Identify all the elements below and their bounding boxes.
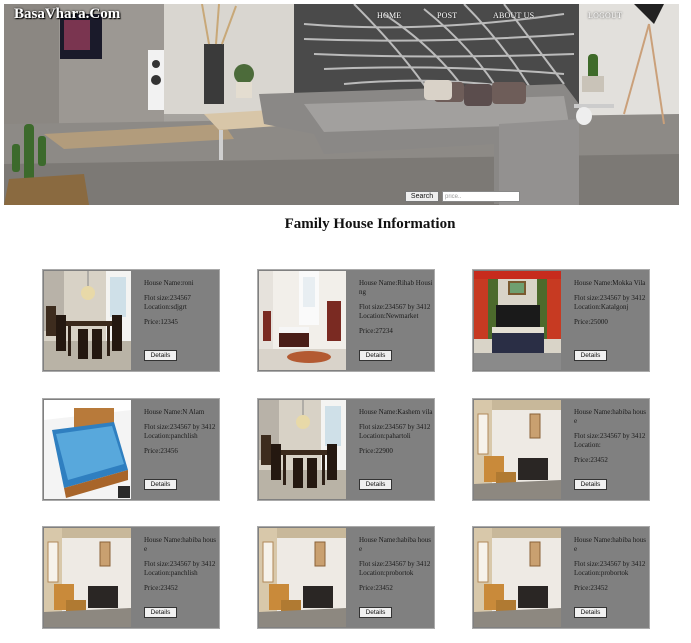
house-name: House Name:roni [144, 279, 194, 287]
house-card: House Name:N Alam Flot size:234567 by 34… [42, 398, 220, 501]
house-flot-size: Flot size:234567 by 3412 [574, 560, 646, 568]
house-info: House Name:Rihab Housing Flot size:23456… [359, 279, 433, 336]
nav-logout[interactable]: LOGOUT [588, 11, 622, 20]
house-name: House Name:habiba house [359, 536, 431, 553]
house-price: Price:23452 [574, 584, 608, 592]
house-price: Price:12345 [144, 318, 178, 326]
house-name: House Name:Rihab Housing [359, 279, 433, 296]
house-info: House Name:habiba house Flot size:234567… [144, 536, 218, 593]
house-card: House Name:Mokka Vila Flot size:234567 b… [472, 269, 650, 372]
nav-home[interactable]: HOME [377, 11, 401, 20]
house-price: Price:23452 [144, 584, 178, 592]
house-card: House Name:habiba house Flot size:234567… [472, 398, 650, 501]
details-button[interactable]: Details [359, 607, 392, 618]
house-location: Location:probortok [359, 569, 414, 577]
nav-about-us[interactable]: ABOUT US [493, 11, 534, 20]
house-price: Price:22900 [359, 447, 393, 455]
house-flot-size: Flot size:234567 by 3412 [574, 432, 646, 440]
house-location: Location:pahartoli [359, 432, 411, 440]
house-card: House Name:habiba house Flot size:234567… [257, 526, 435, 629]
details-button[interactable]: Details [144, 607, 177, 618]
details-button[interactable]: Details [144, 350, 177, 361]
house-info: House Name:habiba house Flot size:234567… [574, 536, 648, 593]
house-info: House Name:roni Flot size:234567 Locatio… [144, 279, 218, 327]
house-flot-size: Flot size:234567 by 3412 [144, 560, 216, 568]
house-name: House Name:Mokka Vila [574, 279, 646, 287]
house-info: House Name:N Alam Flot size:234567 by 34… [144, 408, 218, 456]
house-location: Location:sdjgrt [144, 303, 187, 311]
house-price: Price:27234 [359, 327, 393, 335]
house-info: House Name:habiba house Flot size:234567… [574, 408, 648, 465]
house-price: Price:23456 [144, 447, 178, 455]
house-info: House Name:habiba house Flot size:234567… [359, 536, 433, 593]
details-button[interactable]: Details [359, 350, 392, 361]
house-flot-size: Flot size:234567 [144, 294, 191, 302]
search-button[interactable]: Search [405, 191, 439, 202]
house-flot-size: Flot size:234567 by 3412 [574, 294, 646, 302]
house-photo[interactable] [259, 528, 346, 627]
house-card: House Name:habiba house Flot size:234567… [472, 526, 650, 629]
house-card: House Name:roni Flot size:234567 Locatio… [42, 269, 220, 372]
house-flot-size: Flot size:234567 by 3412 [359, 303, 431, 311]
details-button[interactable]: Details [574, 350, 607, 361]
house-card: House Name:Kashem vila Flot size:234567 … [257, 398, 435, 501]
house-location: Location:panchlish [144, 432, 198, 440]
hero-banner: BasaVhara.Com HOME POST ABOUT US LOGOUT … [4, 4, 679, 205]
house-flot-size: Flot size:234567 by 3412 [359, 560, 431, 568]
house-info: House Name:Mokka Vila Flot size:234567 b… [574, 279, 648, 327]
house-location: Location:panchlish [144, 569, 198, 577]
house-location: Location:probortok [574, 569, 629, 577]
house-price: Price:25000 [574, 318, 608, 326]
house-flot-size: Flot size:234567 by 3412 [144, 423, 216, 431]
house-card: House Name:Rihab Housing Flot size:23456… [257, 269, 435, 372]
house-photo[interactable] [44, 528, 131, 627]
house-name: House Name:Kashem vila [359, 408, 433, 416]
house-flot-size: Flot size:234567 by 3412 [359, 423, 431, 431]
price-search-input[interactable] [442, 191, 520, 202]
living-room-photo [4, 4, 679, 205]
main-nav: HOME POST ABOUT US LOGOUT [4, 11, 679, 27]
house-price: Price:23452 [359, 584, 393, 592]
house-name: House Name:habiba house [144, 536, 216, 553]
details-button[interactable]: Details [574, 479, 607, 490]
house-photo[interactable] [44, 400, 131, 499]
house-name: House Name:habiba house [574, 536, 646, 553]
details-button[interactable]: Details [574, 607, 607, 618]
house-name: House Name:habiba house [574, 408, 646, 425]
house-photo[interactable] [259, 400, 346, 499]
house-info: House Name:Kashem vila Flot size:234567 … [359, 408, 433, 456]
house-photo[interactable] [44, 271, 131, 370]
house-photo[interactable] [474, 271, 561, 370]
house-photo[interactable] [259, 271, 346, 370]
nav-post[interactable]: POST [437, 11, 457, 20]
house-photo[interactable] [474, 400, 561, 499]
house-location: Location: [574, 441, 601, 449]
house-card: House Name:habiba house Flot size:234567… [42, 526, 220, 629]
details-button[interactable]: Details [144, 479, 177, 490]
house-name: House Name:N Alam [144, 408, 205, 416]
details-button[interactable]: Details [359, 479, 392, 490]
house-location: Location:Katalgonj [574, 303, 629, 311]
page-title: Family House Information [284, 216, 456, 232]
house-photo[interactable] [474, 528, 561, 627]
house-location: Location:Newmarket [359, 312, 419, 320]
house-price: Price:23452 [574, 456, 608, 464]
